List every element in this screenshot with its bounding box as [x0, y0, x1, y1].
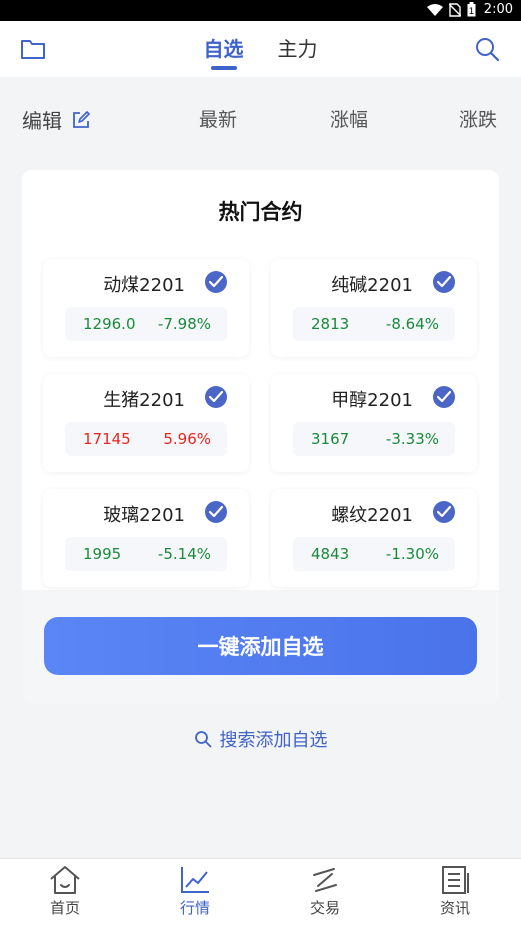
checked-icon[interactable]: [433, 271, 455, 293]
contract-price: 1995: [83, 545, 122, 563]
nav-trade[interactable]: 交易: [260, 863, 390, 918]
checked-icon[interactable]: [433, 386, 455, 408]
contract-card[interactable]: 纯碱2201 2813 -8.64%: [271, 259, 477, 357]
svg-text:1: 1: [468, 7, 474, 17]
contract-quote: 1995 -5.14%: [65, 537, 227, 571]
trade-icon: [313, 868, 337, 892]
column-change-pct[interactable]: 涨幅: [330, 105, 368, 132]
contract-quote: 4843 -1.30%: [293, 537, 455, 571]
contract-price: 2813: [311, 315, 350, 333]
contract-change: -7.98%: [157, 315, 211, 333]
status-icons: 1 2:00: [426, 2, 513, 17]
column-latest[interactable]: 最新: [199, 105, 237, 132]
contract-card[interactable]: 生猪2201 17145 5.96%: [43, 374, 249, 472]
contract-name: 甲醇2201: [331, 390, 413, 411]
nav-market[interactable]: 行情: [130, 863, 260, 918]
top-tabs: 自选 主力: [0, 33, 521, 70]
news-icon: [442, 866, 469, 894]
contract-name: 动煤2201: [103, 275, 185, 296]
contract-quote: 2813 -8.64%: [293, 307, 455, 341]
contract-change: -1.30%: [385, 545, 439, 563]
checked-icon[interactable]: [205, 386, 227, 408]
checked-icon[interactable]: [205, 501, 227, 523]
contract-quote: 1296.0 -7.98%: [65, 307, 227, 341]
contract-change: 5.96%: [163, 430, 211, 448]
no-sim-icon: [448, 2, 461, 17]
contract-card[interactable]: 螺纹2201 4843 -1.30%: [271, 489, 477, 587]
tab-watchlist[interactable]: 自选: [204, 33, 244, 70]
tab-main-contracts[interactable]: 主力: [278, 33, 318, 70]
search-icon: [194, 731, 211, 748]
nav-trade-label: 交易: [309, 899, 340, 917]
home-icon: [50, 866, 80, 894]
column-change[interactable]: 涨跌: [459, 105, 497, 132]
nav-home-label: 首页: [49, 899, 80, 917]
contract-change: -3.33%: [385, 430, 439, 448]
contract-change: -5.14%: [157, 545, 211, 563]
search-add-label: 搜索添加自选: [219, 730, 328, 751]
contract-card[interactable]: 动煤2201 1296.0 -7.98%: [43, 259, 249, 357]
nav-market-label: 行情: [179, 899, 210, 917]
nav-home[interactable]: 首页: [0, 863, 130, 918]
contract-quote: 17145 5.96%: [65, 422, 227, 456]
search-icon[interactable]: [473, 35, 501, 63]
chart-trend-icon: [181, 867, 209, 893]
status-bar: 1 2:00: [0, 0, 521, 21]
battery-icon: 1: [467, 2, 476, 17]
contract-name: 生猪2201: [103, 390, 185, 411]
contract-card[interactable]: 甲醇2201 3167 -3.33%: [271, 374, 477, 472]
search-add-link[interactable]: 搜索添加自选: [0, 726, 521, 752]
nav-news[interactable]: 资讯: [390, 863, 520, 918]
checked-icon[interactable]: [205, 271, 227, 293]
edit-button[interactable]: 编辑: [22, 105, 90, 134]
edit-icon: [73, 110, 90, 128]
nav-news-label: 资讯: [439, 899, 470, 917]
contract-price: 17145: [83, 430, 131, 448]
column-header: 编辑 最新 涨幅 涨跌: [0, 77, 521, 157]
contract-name: 纯碱2201: [331, 275, 413, 296]
edit-label: 编辑: [22, 109, 62, 133]
contract-name: 玻璃2201: [103, 505, 185, 526]
status-time: 2:00: [483, 2, 513, 17]
contract-price: 4843: [311, 545, 350, 563]
contract-price: 3167: [311, 430, 350, 448]
hot-contracts-title: 热门合约: [218, 200, 303, 224]
contract-price: 1296.0: [83, 315, 136, 333]
contract-name: 螺纹2201: [331, 505, 413, 526]
contract-quote: 3167 -3.33%: [293, 422, 455, 456]
contract-card[interactable]: 玻璃2201 1995 -5.14%: [43, 489, 249, 587]
bottom-nav: 首页 行情 交易 资讯: [0, 858, 521, 926]
wifi-icon: [426, 3, 443, 16]
add-all-to-watchlist-button[interactable]: 一键添加自选: [44, 617, 477, 675]
checked-icon[interactable]: [433, 501, 455, 523]
top-nav: 自选 主力: [0, 21, 521, 77]
contract-change: -8.64%: [385, 315, 439, 333]
